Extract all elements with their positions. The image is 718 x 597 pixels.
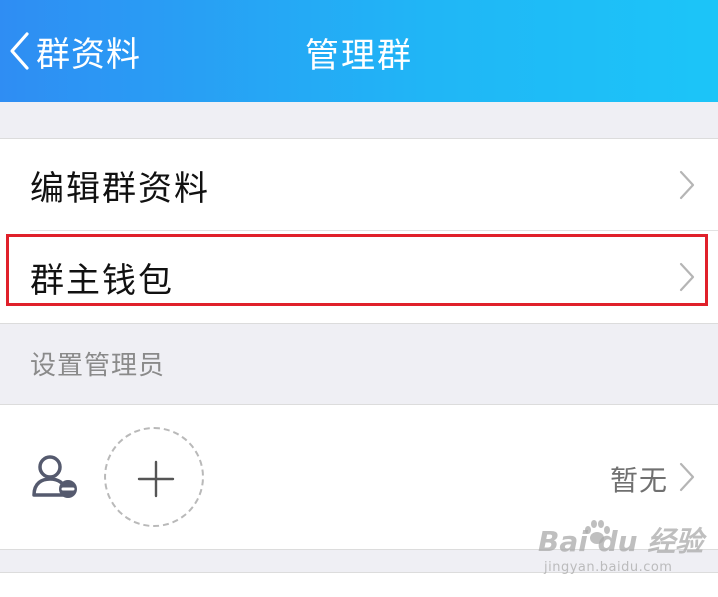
admin-status-value: 暂无 [609, 464, 668, 497]
section-header-admins: 设置管理员 [30, 351, 166, 381]
owner-wallet-item[interactable]: 群主钱包 [0, 231, 718, 323]
manage-group-screen: 群资料 管理群 编辑群资料 群主钱包 设置管理员 暂无 Bai du 经验 ji… [0, 0, 718, 597]
navigation-bar: 群资料 管理群 [0, 0, 718, 102]
chevron-right-icon [678, 261, 696, 297]
owner-wallet-label: 群主钱包 [30, 260, 174, 301]
admin-user-icon [30, 453, 82, 503]
add-admin-button[interactable] [104, 427, 204, 527]
group-settings-list: 编辑群资料 群主钱包 [0, 138, 718, 324]
next-list-group [0, 572, 718, 597]
admin-setting-row[interactable]: 暂无 [0, 404, 718, 550]
edit-group-info-label: 编辑群资料 [30, 168, 210, 209]
chevron-right-icon [678, 169, 696, 205]
page-title: 管理群 [305, 36, 413, 76]
chevron-right-icon [678, 461, 696, 497]
edit-group-info-item[interactable]: 编辑群资料 [0, 139, 718, 231]
